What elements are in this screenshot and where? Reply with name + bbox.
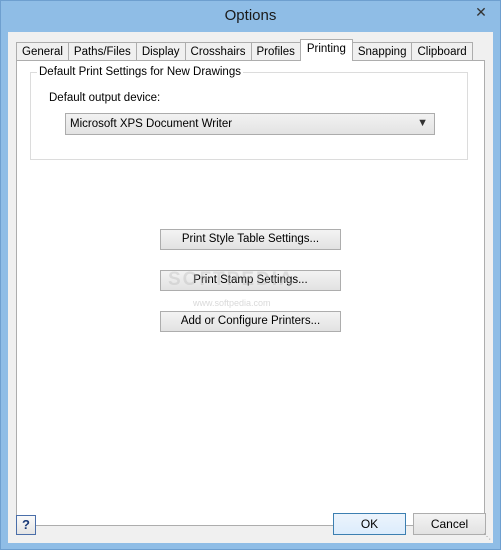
tab-paths-files[interactable]: Paths/Files bbox=[67, 42, 137, 61]
tab-profiles[interactable]: Profiles bbox=[250, 42, 301, 61]
tab-snapping[interactable]: Snapping bbox=[351, 42, 413, 61]
tab-clipboard[interactable]: Clipboard bbox=[411, 42, 473, 61]
output-device-select[interactable]: Microsoft XPS Document Writer ▼ bbox=[65, 113, 435, 135]
group-title: Default Print Settings for New Drawings bbox=[37, 66, 243, 78]
tab-strip: General Paths/Files Display Crosshairs P… bbox=[16, 39, 473, 61]
print-stamp-button[interactable]: Print Stamp Settings... bbox=[160, 270, 341, 291]
title-bar[interactable]: Options ✕ bbox=[1, 1, 500, 32]
output-device-value: Microsoft XPS Document Writer bbox=[70, 118, 233, 130]
close-icon[interactable]: ✕ bbox=[468, 2, 494, 22]
tab-crosshairs[interactable]: Crosshairs bbox=[184, 42, 252, 61]
resize-grip-icon[interactable]: ⋱ bbox=[483, 532, 491, 541]
cancel-button[interactable]: Cancel bbox=[413, 513, 486, 535]
tab-general[interactable]: General bbox=[16, 42, 69, 61]
default-print-settings-group: Default Print Settings for New Drawings … bbox=[30, 66, 468, 160]
print-style-table-button[interactable]: Print Style Table Settings... bbox=[160, 229, 341, 250]
window-title: Options bbox=[224, 7, 277, 24]
ok-button[interactable]: OK bbox=[333, 513, 406, 535]
help-button[interactable]: ? bbox=[16, 515, 36, 535]
printing-tab-panel: Default Print Settings for New Drawings … bbox=[16, 60, 485, 526]
dialog-client-area: General Paths/Files Display Crosshairs P… bbox=[8, 32, 493, 543]
chevron-down-icon: ▼ bbox=[417, 117, 428, 129]
options-dialog: Options ✕ General Paths/Files Display Cr… bbox=[0, 0, 501, 550]
tab-printing[interactable]: Printing bbox=[299, 39, 353, 61]
tab-display[interactable]: Display bbox=[135, 42, 186, 61]
add-printers-button[interactable]: Add or Configure Printers... bbox=[160, 311, 341, 332]
output-device-label: Default output device: bbox=[49, 92, 161, 104]
